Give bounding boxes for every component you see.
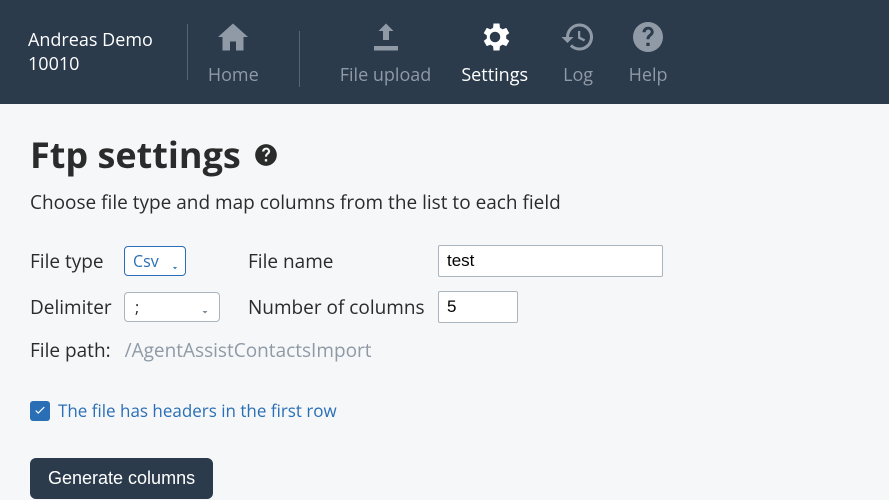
file-path-value: /AgentAssistContactsImport xyxy=(125,337,372,363)
nav-log-label: Log xyxy=(563,63,593,87)
nav-help-label: Help xyxy=(629,63,668,87)
user-name: Andreas Demo xyxy=(28,28,153,52)
file-name-input[interactable] xyxy=(438,245,663,277)
file-type-value: Csv xyxy=(133,250,159,272)
headers-checkbox[interactable] xyxy=(30,401,50,421)
file-type-label: File type xyxy=(30,248,124,274)
nav-home[interactable]: Home xyxy=(208,17,259,87)
history-icon xyxy=(558,17,598,57)
nav-settings[interactable]: Settings xyxy=(461,17,528,87)
header-divider xyxy=(187,24,188,80)
home-icon xyxy=(213,17,253,57)
upload-icon xyxy=(366,17,406,57)
headers-checkbox-label[interactable]: The file has headers in the first row xyxy=(58,399,337,422)
file-path-row: File path: /AgentAssistContactsImport xyxy=(30,337,859,363)
user-block: Andreas Demo 10010 xyxy=(28,28,177,77)
check-icon xyxy=(33,404,47,418)
nav-log[interactable]: Log xyxy=(558,17,598,87)
nav-help[interactable]: Help xyxy=(628,17,668,87)
headers-checkbox-row: The file has headers in the first row xyxy=(30,399,859,422)
app-header: Andreas Demo 10010 Home File upload Sett… xyxy=(0,0,889,104)
nav-settings-label: Settings xyxy=(461,63,528,87)
gear-icon xyxy=(475,17,515,57)
num-columns-label: Number of columns xyxy=(248,294,438,320)
page-subtitle: Choose file type and map columns from th… xyxy=(30,189,859,215)
main-nav: Home File upload Settings Log Help xyxy=(208,17,668,87)
delimiter-value: ; xyxy=(135,296,139,318)
settings-form: File type Csv File name Delimiter ; Numb… xyxy=(30,245,859,323)
page-title: Ftp settings xyxy=(30,130,241,179)
nav-home-label: Home xyxy=(208,63,259,87)
nav-file-upload-label: File upload xyxy=(340,63,432,87)
delimiter-select[interactable]: ; xyxy=(124,292,220,322)
file-type-select[interactable]: Csv xyxy=(124,246,186,276)
generate-columns-button[interactable]: Generate columns xyxy=(30,458,213,499)
main-content: Ftp settings Choose file type and map co… xyxy=(0,104,889,500)
help-icon xyxy=(628,17,668,57)
page-title-row: Ftp settings xyxy=(30,130,279,179)
user-id: 10010 xyxy=(28,52,153,76)
chevron-down-icon xyxy=(199,301,211,313)
header-divider-2 xyxy=(299,31,300,87)
chevron-down-icon xyxy=(170,256,180,266)
file-name-label: File name xyxy=(248,248,438,274)
num-columns-input[interactable] xyxy=(438,291,518,323)
delimiter-label: Delimiter xyxy=(30,294,124,320)
file-path-label: File path: xyxy=(30,337,111,363)
page-help-icon[interactable] xyxy=(253,130,279,179)
nav-file-upload[interactable]: File upload xyxy=(340,17,432,87)
